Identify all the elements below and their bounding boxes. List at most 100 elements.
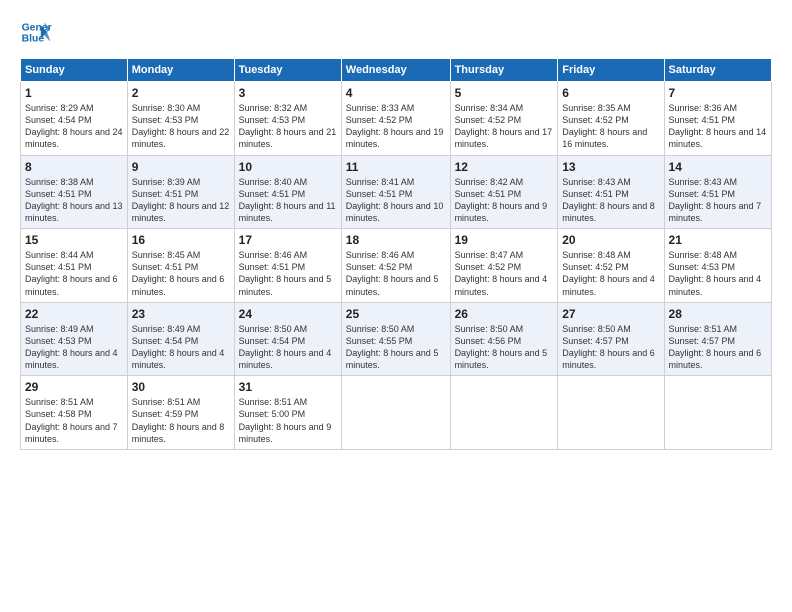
calendar-cell: 25 Sunrise: 8:50 AMSunset: 4:55 PMDayligh… [341,302,450,376]
day-info: Sunrise: 8:46 AMSunset: 4:51 PMDaylight:… [239,249,337,298]
calendar-cell: 7 Sunrise: 8:36 AMSunset: 4:51 PMDaylight… [664,82,771,156]
day-number: 14 [669,160,767,174]
day-number: 9 [132,160,230,174]
weekday-header: Sunday [21,59,128,82]
day-number: 5 [455,86,554,100]
day-number: 15 [25,233,123,247]
header: General Blue [20,16,772,48]
calendar-cell: 29Sunrise: 8:51 AMSunset: 4:58 PMDayligh… [21,376,128,450]
day-number: 30 [132,380,230,394]
calendar-week-row: 22 Sunrise: 8:49 AMSunset: 4:53 PMDayligh… [21,302,772,376]
day-info: Sunrise: 8:50 AMSunset: 4:57 PMDaylight:… [562,323,659,372]
calendar-cell: 18 Sunrise: 8:46 AMSunset: 4:52 PMDayligh… [341,229,450,303]
day-number: 12 [455,160,554,174]
calendar-week-row: 29Sunrise: 8:51 AMSunset: 4:58 PMDayligh… [21,376,772,450]
calendar-cell [450,376,558,450]
calendar-cell: 19 Sunrise: 8:47 AMSunset: 4:52 PMDayligh… [450,229,558,303]
calendar-cell: 17Sunrise: 8:46 AMSunset: 4:51 PMDayligh… [234,229,341,303]
calendar-week-row: 1Sunrise: 8:29 AMSunset: 4:54 PMDaylight… [21,82,772,156]
day-info: Sunrise: 8:33 AMSunset: 4:52 PMDaylight:… [346,102,446,151]
day-number: 13 [562,160,659,174]
calendar-cell: 31 Sunrise: 8:51 AMSunset: 5:00 PMDayligh… [234,376,341,450]
calendar-cell: 20 Sunrise: 8:48 AMSunset: 4:52 PMDayligh… [558,229,664,303]
day-info: Sunrise: 8:39 AMSunset: 4:51 PMDaylight:… [132,176,230,225]
day-number: 24 [239,307,337,321]
day-number: 4 [346,86,446,100]
day-info: Sunrise: 8:30 AMSunset: 4:53 PMDaylight:… [132,102,230,151]
weekday-header: Monday [127,59,234,82]
day-number: 7 [669,86,767,100]
day-number: 6 [562,86,659,100]
weekday-header: Friday [558,59,664,82]
day-info: Sunrise: 8:43 AMSunset: 4:51 PMDaylight:… [669,176,767,225]
day-info: Sunrise: 8:40 AMSunset: 4:51 PMDaylight:… [239,176,337,225]
day-info: Sunrise: 8:32 AMSunset: 4:53 PMDaylight:… [239,102,337,151]
day-number: 31 [239,380,337,394]
calendar-cell: 28 Sunrise: 8:51 AMSunset: 4:57 PMDayligh… [664,302,771,376]
day-info: Sunrise: 8:51 AMSunset: 5:00 PMDaylight:… [239,396,337,445]
day-info: Sunrise: 8:50 AMSunset: 4:56 PMDaylight:… [455,323,554,372]
day-number: 20 [562,233,659,247]
day-info: Sunrise: 8:46 AMSunset: 4:52 PMDaylight:… [346,249,446,298]
weekday-header: Wednesday [341,59,450,82]
calendar-cell: 6 Sunrise: 8:35 AMSunset: 4:52 PMDaylight… [558,82,664,156]
calendar-cell: 27 Sunrise: 8:50 AMSunset: 4:57 PMDayligh… [558,302,664,376]
calendar-cell [664,376,771,450]
calendar-week-row: 15 Sunrise: 8:44 AMSunset: 4:51 PMDayligh… [21,229,772,303]
day-info: Sunrise: 8:51 AMSunset: 4:58 PMDaylight:… [25,396,123,445]
calendar-cell: 13Sunrise: 8:43 AMSunset: 4:51 PMDayligh… [558,155,664,229]
day-info: Sunrise: 8:35 AMSunset: 4:52 PMDaylight:… [562,102,659,151]
day-info: Sunrise: 8:50 AMSunset: 4:55 PMDaylight:… [346,323,446,372]
day-number: 8 [25,160,123,174]
day-number: 18 [346,233,446,247]
calendar-cell: 10 Sunrise: 8:40 AMSunset: 4:51 PMDayligh… [234,155,341,229]
logo: General Blue [20,16,56,48]
calendar-cell: 23 Sunrise: 8:49 AMSunset: 4:54 PMDayligh… [127,302,234,376]
day-number: 3 [239,86,337,100]
calendar-cell: 1Sunrise: 8:29 AMSunset: 4:54 PMDaylight… [21,82,128,156]
calendar-cell: 16 Sunrise: 8:45 AMSunset: 4:51 PMDayligh… [127,229,234,303]
calendar-cell: 9 Sunrise: 8:39 AMSunset: 4:51 PMDaylight… [127,155,234,229]
weekday-header-row: SundayMondayTuesdayWednesdayThursdayFrid… [21,59,772,82]
day-number: 27 [562,307,659,321]
calendar-table: SundayMondayTuesdayWednesdayThursdayFrid… [20,58,772,450]
calendar-cell [558,376,664,450]
logo-icon: General Blue [20,16,52,48]
day-info: Sunrise: 8:48 AMSunset: 4:53 PMDaylight:… [669,249,767,298]
day-info: Sunrise: 8:47 AMSunset: 4:52 PMDaylight:… [455,249,554,298]
day-info: Sunrise: 8:44 AMSunset: 4:51 PMDaylight:… [25,249,123,298]
calendar-cell: 24 Sunrise: 8:50 AMSunset: 4:54 PMDayligh… [234,302,341,376]
day-info: Sunrise: 8:42 AMSunset: 4:51 PMDaylight:… [455,176,554,225]
day-number: 23 [132,307,230,321]
day-number: 28 [669,307,767,321]
day-info: Sunrise: 8:50 AMSunset: 4:54 PMDaylight:… [239,323,337,372]
page: General Blue SundayMondayTuesdayWednesda… [0,0,792,612]
day-info: Sunrise: 8:36 AMSunset: 4:51 PMDaylight:… [669,102,767,151]
calendar-week-row: 8 Sunrise: 8:38 AMSunset: 4:51 PMDaylight… [21,155,772,229]
day-number: 11 [346,160,446,174]
day-info: Sunrise: 8:51 AMSunset: 4:59 PMDaylight:… [132,396,230,445]
day-info: Sunrise: 8:49 AMSunset: 4:54 PMDaylight:… [132,323,230,372]
day-info: Sunrise: 8:34 AMSunset: 4:52 PMDaylight:… [455,102,554,151]
calendar-cell: 11 Sunrise: 8:41 AMSunset: 4:51 PMDayligh… [341,155,450,229]
day-number: 25 [346,307,446,321]
day-number: 10 [239,160,337,174]
day-info: Sunrise: 8:45 AMSunset: 4:51 PMDaylight:… [132,249,230,298]
calendar-cell [341,376,450,450]
weekday-header: Thursday [450,59,558,82]
calendar-cell: 15 Sunrise: 8:44 AMSunset: 4:51 PMDayligh… [21,229,128,303]
day-number: 2 [132,86,230,100]
day-info: Sunrise: 8:49 AMSunset: 4:53 PMDaylight:… [25,323,123,372]
day-info: Sunrise: 8:48 AMSunset: 4:52 PMDaylight:… [562,249,659,298]
calendar-cell: 26Sunrise: 8:50 AMSunset: 4:56 PMDayligh… [450,302,558,376]
calendar-cell: 3 Sunrise: 8:32 AMSunset: 4:53 PMDaylight… [234,82,341,156]
calendar-cell: 30 Sunrise: 8:51 AMSunset: 4:59 PMDayligh… [127,376,234,450]
day-info: Sunrise: 8:41 AMSunset: 4:51 PMDaylight:… [346,176,446,225]
day-number: 19 [455,233,554,247]
day-info: Sunrise: 8:38 AMSunset: 4:51 PMDaylight:… [25,176,123,225]
calendar-cell: 21Sunrise: 8:48 AMSunset: 4:53 PMDayligh… [664,229,771,303]
day-info: Sunrise: 8:51 AMSunset: 4:57 PMDaylight:… [669,323,767,372]
day-number: 16 [132,233,230,247]
day-number: 1 [25,86,123,100]
day-number: 22 [25,307,123,321]
